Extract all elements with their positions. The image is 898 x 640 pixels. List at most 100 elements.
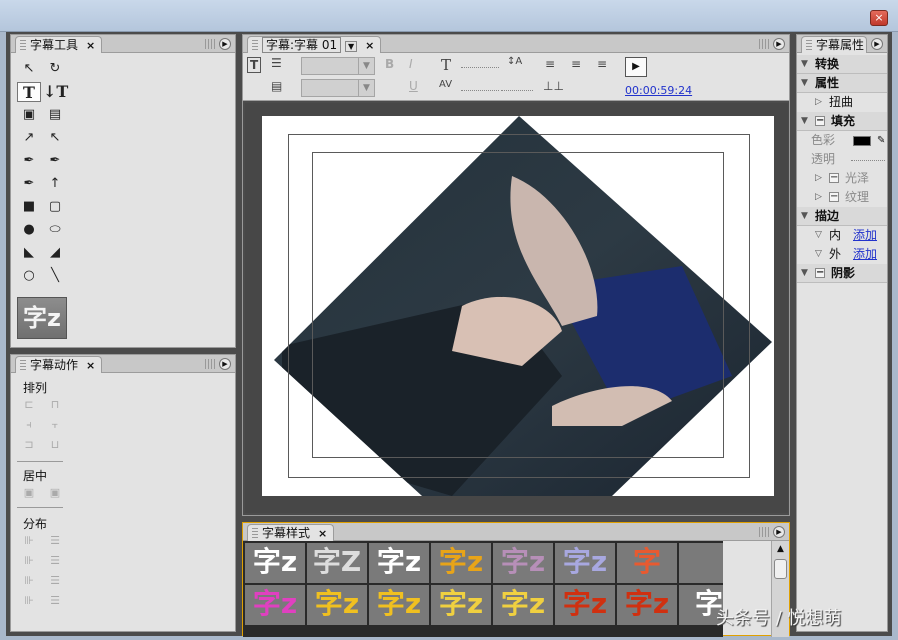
new-title-icon[interactable]: T — [247, 57, 262, 73]
align-left-icon[interactable]: ⊏ — [19, 397, 39, 413]
type-tool-icon[interactable]: T — [17, 82, 41, 102]
window-close-button[interactable]: × — [870, 10, 888, 26]
align-top-icon[interactable]: ⊓ — [45, 397, 65, 413]
chevron-down-icon[interactable]: ▼ — [358, 80, 374, 96]
style-swatch[interactable]: 字z — [555, 543, 615, 583]
font-size-value[interactable] — [461, 67, 499, 68]
close-icon[interactable]: × — [86, 39, 95, 52]
title-canvas[interactable] — [245, 103, 788, 513]
style-swatch[interactable]: 字z — [369, 585, 429, 625]
rotation-tool-icon[interactable]: ↻ — [43, 59, 67, 79]
panel-menu-icon[interactable]: ▶ — [773, 526, 785, 538]
italic-button[interactable]: I — [409, 57, 413, 71]
close-icon[interactable]: × — [318, 527, 327, 540]
style-swatch[interactable]: 字Z — [307, 543, 367, 583]
close-icon[interactable]: × — [365, 39, 374, 52]
checkbox[interactable]: − — [815, 268, 825, 278]
scroll-thumb[interactable] — [774, 559, 787, 579]
style-swatch[interactable]: 字z — [431, 585, 491, 625]
style-swatch[interactable]: 字z — [493, 543, 553, 583]
distribute-spacing-h-icon[interactable]: ⊪ — [19, 593, 39, 609]
style-swatch[interactable]: 字z — [617, 585, 677, 625]
texture-row[interactable]: ▷ − 纹理 — [797, 188, 887, 207]
distribute-top-icon[interactable]: ☰ — [45, 533, 65, 549]
panel-menu-icon[interactable]: ▶ — [871, 38, 883, 50]
underline-button[interactable]: U — [409, 79, 418, 93]
align-vertical-center-icon[interactable]: ⫟ — [45, 417, 65, 433]
rounded-rectangle-tool-icon[interactable]: ▢ — [43, 197, 67, 217]
chevron-down-icon[interactable]: ▼ — [344, 41, 358, 52]
tracking-value[interactable] — [461, 90, 499, 91]
style-swatch[interactable]: 字z — [555, 585, 615, 625]
distort-row[interactable]: ▷ 扭曲 — [797, 93, 887, 112]
panel-menu-icon[interactable]: ▶ — [219, 358, 231, 370]
selection-tool-icon[interactable]: ↖ — [17, 59, 41, 79]
checkbox[interactable]: − — [815, 116, 825, 126]
align-center-text-icon[interactable]: ≡ — [571, 57, 581, 71]
ellipse-tool-icon[interactable]: ○ — [17, 266, 41, 286]
style-swatch[interactable]: 字 — [617, 543, 677, 583]
distribute-bottom-icon[interactable]: ☰ — [45, 573, 65, 589]
align-bottom-icon[interactable]: ⊔ — [45, 437, 65, 453]
distribute-center-icon[interactable]: ⊪ — [19, 553, 39, 569]
align-right-text-icon[interactable]: ≡ — [597, 57, 607, 71]
opacity-value[interactable] — [851, 160, 885, 161]
style-swatch[interactable]: 字z — [245, 543, 305, 583]
checkbox[interactable]: − — [829, 173, 839, 183]
center-vertical-icon[interactable]: ▣ — [45, 485, 65, 501]
add-inner-stroke-link[interactable]: 添加 — [853, 226, 877, 245]
scroll-up-icon[interactable]: ▲ — [772, 541, 789, 557]
delete-anchor-tool-icon[interactable]: ✒ — [43, 151, 67, 171]
panel-menu-icon[interactable]: ▶ — [219, 38, 231, 50]
add-anchor-tool-icon[interactable]: ✒ — [17, 174, 41, 194]
tab-title-tools[interactable]: 字幕工具 × — [15, 36, 103, 53]
style-swatch[interactable]: 字z — [369, 543, 429, 583]
grip-icon[interactable] — [252, 40, 258, 50]
clipped-corner-tool-icon[interactable]: ⬭ — [43, 220, 67, 240]
timecode[interactable]: 00:00:59:24 — [625, 84, 692, 97]
line-tool-icon[interactable]: ╲ — [43, 266, 67, 286]
bold-button[interactable]: B — [385, 57, 394, 71]
distribute-left-icon[interactable]: ⊪ — [19, 533, 39, 549]
tab-title-editor[interactable]: 字幕:字幕 01 ▼ × — [247, 36, 382, 53]
tab-title-styles[interactable]: 字幕样式 × — [247, 524, 335, 541]
close-icon[interactable]: × — [86, 359, 95, 372]
stroke-section[interactable]: ▼ 描边 — [797, 207, 887, 226]
font-family-dropdown[interactable]: ▼ — [301, 57, 375, 75]
leading-value[interactable] — [501, 90, 533, 91]
grip-icon[interactable] — [759, 39, 769, 49]
distribute-spacing-v-icon[interactable]: ☰ — [45, 593, 65, 609]
fill-color-swatch[interactable] — [853, 136, 871, 146]
properties-section[interactable]: ▼ 属性 — [797, 74, 887, 93]
grip-icon[interactable] — [20, 40, 26, 50]
grip-icon[interactable] — [759, 527, 769, 537]
vertical-path-type-tool-icon[interactable]: ↖ — [43, 128, 67, 148]
convert-anchor-tool-icon[interactable]: ↑ — [43, 174, 67, 194]
tab-title-actions[interactable]: 字幕动作 × — [15, 356, 103, 373]
show-background-video-button[interactable]: ▶ — [625, 57, 647, 77]
grip-icon[interactable] — [20, 360, 26, 370]
template-icon[interactable]: ▤ — [271, 79, 282, 93]
sheen-row[interactable]: ▷ − 光泽 — [797, 169, 887, 188]
style-swatch[interactable]: 字z — [493, 585, 553, 625]
rectangle-tool-icon[interactable]: ■ — [17, 197, 41, 217]
checkbox[interactable]: − — [829, 192, 839, 202]
style-swatch[interactable]: 字z — [307, 585, 367, 625]
eyedropper-icon[interactable]: ✎ — [877, 131, 885, 150]
pen-tool-icon[interactable]: ✒ — [17, 151, 41, 171]
distribute-middle-icon[interactable]: ☰ — [45, 553, 65, 569]
grip-icon[interactable] — [205, 359, 215, 369]
panel-menu-icon[interactable]: ▶ — [773, 38, 785, 50]
transform-section[interactable]: ▼ 转换 — [797, 55, 887, 74]
shadow-section[interactable]: ▼ − 阴影 — [797, 264, 887, 283]
rounded-corner-tool-icon[interactable]: ● — [17, 220, 41, 240]
tab-stops-icon[interactable]: ⊥⊥ — [543, 79, 564, 93]
wedge-tool-icon[interactable]: ◣ — [17, 243, 41, 263]
align-horizontal-center-icon[interactable]: ⫞ — [19, 417, 39, 433]
distribute-right-icon[interactable]: ⊪ — [19, 573, 39, 589]
fill-section[interactable]: ▼ − 填充 — [797, 112, 887, 131]
arc-tool-icon[interactable]: ◢ — [43, 243, 67, 263]
grip-icon[interactable] — [806, 40, 812, 50]
align-left-text-icon[interactable]: ≡ — [545, 57, 555, 71]
center-horizontal-icon[interactable]: ▣ — [19, 485, 39, 501]
